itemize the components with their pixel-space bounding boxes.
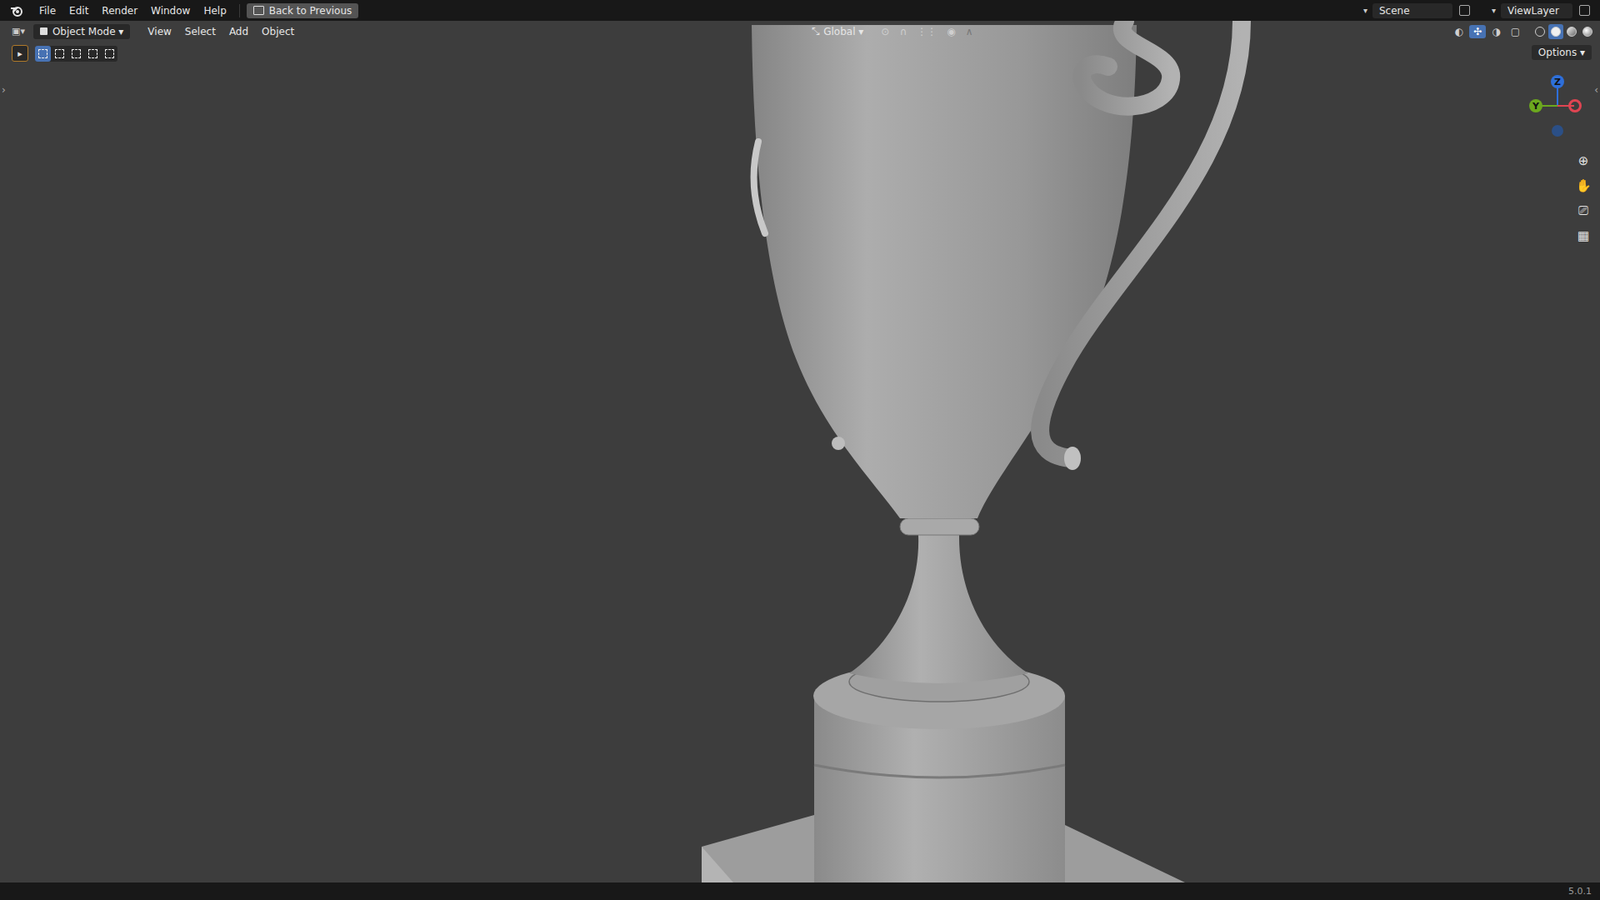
select-tool-icon[interactable]: ▸ xyxy=(11,45,29,62)
menu-item[interactable]: Help xyxy=(197,3,232,19)
snap-icon[interactable]: ∩ xyxy=(895,25,911,39)
new-view-layer-icon[interactable] xyxy=(1579,5,1590,16)
header-menu-item[interactable]: View xyxy=(141,24,177,40)
status-bar: 5.0.1 xyxy=(0,882,1600,900)
select-mode-button[interactable] xyxy=(68,45,85,62)
negative-z-axis-icon[interactable] xyxy=(1551,125,1564,137)
sidebar-expand-icon[interactable]: ‹ xyxy=(1594,84,1599,96)
falloff-icon[interactable]: ∧ xyxy=(961,25,978,39)
z-axis-icon[interactable]: Z xyxy=(1550,75,1565,89)
version-label: 5.0.1 xyxy=(1568,885,1592,897)
camera-icon[interactable]: ⎚ xyxy=(1573,200,1594,221)
header-menu-item[interactable]: Add xyxy=(223,24,255,40)
options-dropdown[interactable]: Options ▾ xyxy=(1531,45,1592,60)
shading-mode-button[interactable] xyxy=(1548,24,1564,40)
back-to-previous-button[interactable]: Back to Previous xyxy=(246,3,360,19)
top-bar: FileEditRenderWindowHelp Back to Previou… xyxy=(0,0,1600,21)
snap-grid-icon[interactable]: ⋮⋮ xyxy=(912,25,941,39)
shading-sphere-icon xyxy=(1566,26,1577,37)
mode-dropdown[interactable]: Object Mode ▾ xyxy=(33,24,130,40)
editor-type-icon[interactable]: ▣▾ xyxy=(5,25,32,37)
visibility-icon[interactable]: ◐ xyxy=(1450,25,1468,39)
trophy-model[interactable] xyxy=(701,20,1242,883)
select-mode-button[interactable] xyxy=(101,45,118,62)
screen-icon xyxy=(253,5,265,15)
shading-mode-button[interactable] xyxy=(1564,24,1580,40)
xray-icon[interactable]: ▢ xyxy=(1506,25,1525,39)
perspective-grid-icon[interactable]: ▦ xyxy=(1573,225,1594,246)
pan-hand-icon[interactable]: ✋ xyxy=(1573,175,1594,196)
proportional-icon[interactable]: ◉ xyxy=(942,25,960,39)
separator xyxy=(239,4,240,18)
select-mode-button[interactable] xyxy=(85,45,101,62)
shading-sphere-icon xyxy=(1582,26,1593,37)
toolbar-expand-icon[interactable]: › xyxy=(1,84,6,96)
menu-item[interactable]: Render xyxy=(95,3,144,19)
shading-sphere-icon xyxy=(1550,26,1561,37)
select-modes xyxy=(35,45,118,62)
zoom-icon[interactable]: ⊕ xyxy=(1573,150,1594,171)
header-menu-item[interactable]: Object xyxy=(255,24,300,40)
x-axis-icon[interactable] xyxy=(1568,99,1582,113)
view-layer-icon[interactable]: ▾ xyxy=(1488,5,1500,15)
select-mode-button[interactable] xyxy=(51,45,68,62)
select-mode-button[interactable] xyxy=(35,45,51,62)
menu-item[interactable]: Edit xyxy=(63,3,95,19)
viewport-header: ▣▾ Object Mode ▾ ViewSelectAddObject ⤡ G… xyxy=(0,20,1600,42)
new-scene-icon[interactable] xyxy=(1459,5,1470,16)
blender-logo-icon[interactable] xyxy=(10,5,24,17)
viewport: ▣▾ Object Mode ▾ ViewSelectAddObject ⤡ G… xyxy=(0,20,1600,883)
viewport-canvas[interactable] xyxy=(0,0,1600,900)
blender-window: FileEditRenderWindowHelp Back to Previou… xyxy=(0,0,1600,900)
scene-icon[interactable]: ▾ xyxy=(1360,5,1371,15)
scene-field[interactable]: Scene xyxy=(1372,3,1453,19)
gizmo-toggle-icon[interactable]: ✣ xyxy=(1469,25,1486,39)
navigation-buttons: ⊕ ✋ ⎚ ▦ xyxy=(1573,150,1594,246)
pivot-icon[interactable]: ⊙ xyxy=(876,25,894,39)
shading-mode-button[interactable] xyxy=(1532,24,1548,40)
header-menu-item[interactable]: Select xyxy=(179,24,222,40)
shading-sphere-icon xyxy=(1535,26,1545,37)
menu-item[interactable]: Window xyxy=(145,3,196,19)
shading-mode-button[interactable] xyxy=(1580,24,1595,40)
overlay-toggle-icon[interactable]: ◑ xyxy=(1487,25,1505,39)
transform-orientation-dropdown[interactable]: ⤡ Global ▾ xyxy=(806,24,869,40)
y-axis-icon[interactable]: Y xyxy=(1529,99,1543,113)
navigation-gizmo[interactable]: Z Y xyxy=(1525,75,1592,142)
view-layer-field[interactable]: ViewLayer xyxy=(1500,3,1573,19)
tool-header: ▸ xyxy=(0,41,1600,65)
shading-modes xyxy=(1532,24,1595,40)
menu-item[interactable]: File xyxy=(33,3,62,19)
